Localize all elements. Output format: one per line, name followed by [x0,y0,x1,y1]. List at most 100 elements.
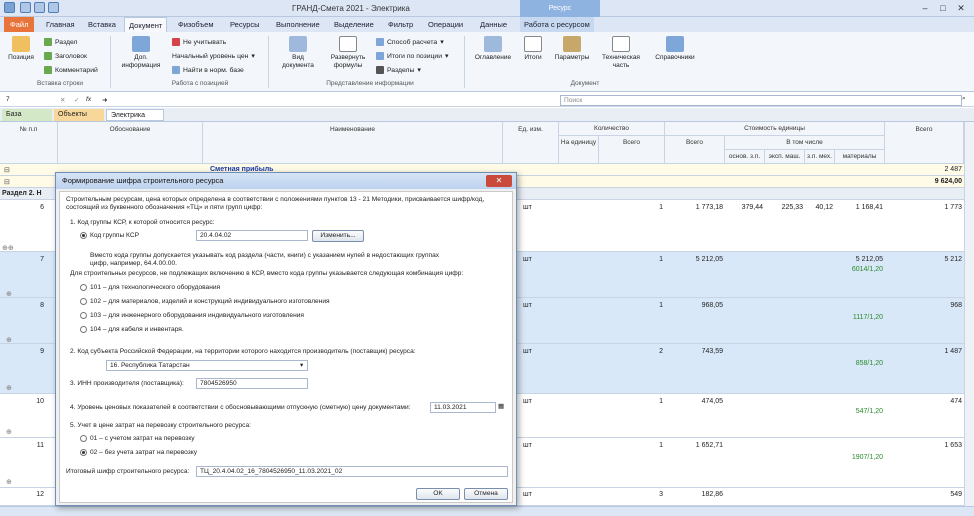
step1-label: 1. Код группы КСР, к которой относится р… [70,219,215,226]
totals-by-pos-dropdown[interactable]: Итоги по позиции ▾ [376,52,448,60]
vertical-scrollbar[interactable] [964,122,974,506]
save-icon[interactable] [20,2,31,13]
inn-field[interactable]: 7804526950 [196,378,308,389]
ksr-radio[interactable] [80,232,87,239]
sum-icon [524,36,542,52]
opt101-radio[interactable] [80,284,87,291]
ok-button[interactable]: OK [416,488,460,500]
group-separator [268,36,269,88]
close-window-button[interactable]: ✕ [954,2,968,14]
maximize-button[interactable]: □ [936,2,950,14]
tab-insert[interactable]: Вставка [84,17,120,32]
cancel-button[interactable]: Отмена [464,488,508,500]
params-button[interactable]: Параметры [550,36,594,62]
section-button[interactable]: Раздел [44,38,77,46]
row-materials: 1 168,41 [855,204,883,211]
search-input[interactable]: Поиск [560,95,962,106]
group-separator [464,36,465,88]
collapse-icon[interactable]: ⊟ [4,166,10,174]
tab-resource-work[interactable]: Работа с ресурсом [520,17,594,32]
tab-document[interactable]: Документ [124,17,168,32]
cancel-icon[interactable]: ✕ [60,96,66,104]
totals-button[interactable]: Итоги [518,36,548,62]
start-level-dropdown[interactable]: Начальный уровень цен ▾ [172,52,255,61]
change-button[interactable]: Изменить... [312,230,364,242]
tab-execution[interactable]: Выполнение [272,17,324,32]
position-button[interactable]: Позиция [6,36,36,62]
tab-resources[interactable]: Ресурсы [226,17,264,32]
result-code-field[interactable]: ТЦ_20.4.04.02_16_7804526950_11.03.2021_0… [196,466,508,477]
opt02-radio[interactable] [80,449,87,456]
calendar-icon[interactable]: ▦ [498,402,504,410]
redo-icon[interactable] [48,2,59,13]
add-info-button[interactable]: Доп. информация [118,36,164,70]
step3-label: 3. ИНН производителя (поставщика): [70,380,184,387]
toc-button[interactable]: Оглавление [470,36,516,62]
col-header-base-wage: основ. з.п. [725,150,765,164]
header-button[interactable]: Заголовок [44,52,87,60]
tab-objects[interactable]: Объекты [54,109,104,121]
find-norm-button[interactable]: Найти в норм. базе [172,66,244,74]
magnifier-icon [132,36,150,52]
tech-part-button[interactable]: Техническая часть [598,36,644,70]
comment-button[interactable]: Комментарий [44,66,98,74]
row-base-wage: 379,44 [741,204,763,211]
col-header-qty-total: Всего [599,136,665,164]
confirm-icon[interactable]: ✓ [74,96,80,104]
tab-elektrika[interactable]: Электрика [106,109,164,121]
tab-selection[interactable]: Выделение [330,17,378,32]
title-bar [0,0,974,17]
calc-method-dropdown[interactable]: Способ расчета ▾ [376,38,444,46]
tab-volume[interactable]: Физобъем [174,17,217,32]
collapse-icon[interactable]: ⊟ [4,178,10,186]
opt104-radio[interactable] [80,326,87,333]
opt102-radio[interactable] [80,298,87,305]
intro-text: Строительным ресурсам, цена которых опре… [66,196,485,203]
dialog-title: Формирование шифра строительного ресурса [56,173,516,189]
profit-total: 2 487 [944,166,962,173]
not-count-button[interactable]: Не учитывать [172,38,226,46]
minimize-button[interactable]: – [918,2,932,14]
opt103-radio[interactable] [80,312,87,319]
row-unit: шт [523,491,532,498]
sections-dropdown[interactable]: Разделы ▾ [376,66,421,74]
expand-formulas-button[interactable]: Развернуть формулы [326,36,370,70]
row-total: 1 653 [944,442,962,449]
opt01-radio[interactable] [80,435,87,442]
col-header-qty: Количество [559,122,665,136]
tab-filter[interactable]: Фильтр [384,17,417,32]
row-total: 5 212 [944,256,962,263]
expand-icon[interactable]: ⊕⊕ [2,244,14,252]
view-doc-button[interactable]: Вид документа [276,36,320,70]
expand-icon[interactable]: ⊕ [6,428,12,436]
step2-label: 2. Код субъекта Российской Федерации, на… [70,348,416,355]
tab-data[interactable]: Данные [476,17,511,32]
row-total: 549 [950,491,962,498]
col-header-per-unit: На единицу [559,136,599,164]
app-icon[interactable] [4,2,15,13]
tab-operations[interactable]: Операции [424,17,467,32]
undo-icon[interactable] [34,2,45,13]
expand-icon[interactable]: ⊕ [6,384,12,392]
search-icon[interactable]: ⌕ [962,95,966,103]
section-label: Раздел 2. Н [2,190,42,197]
expand-icon[interactable]: ⊕ [6,478,12,486]
dialog-close-button[interactable]: ✕ [486,175,512,187]
expand-icon[interactable]: ⊕ [6,336,12,344]
tab-file[interactable]: Файл [4,17,35,32]
row-num: 9 [40,348,44,355]
ksr-code-field[interactable]: 20.4.04.02 [196,230,308,241]
region-select[interactable]: 16. Республика Татарстан [106,360,308,371]
row-num: 7 [40,256,44,263]
col-header-cost-total: Всего [665,136,725,164]
tab-home[interactable]: Главная [42,17,79,32]
formula-value[interactable]: ➜ [102,96,108,104]
chevron-down-icon[interactable]: ▾ [300,361,303,369]
row-cost: 182,86 [701,491,723,498]
date-field[interactable]: 11.03.2021 [430,402,496,413]
expand-icon[interactable]: ⊕ [6,290,12,298]
refs-button[interactable]: Справочники [650,36,700,62]
tab-base[interactable]: База [2,109,52,121]
col-header-grand-total: Всего [885,122,964,164]
row-materials-note: 1907/1,20 [851,454,883,461]
